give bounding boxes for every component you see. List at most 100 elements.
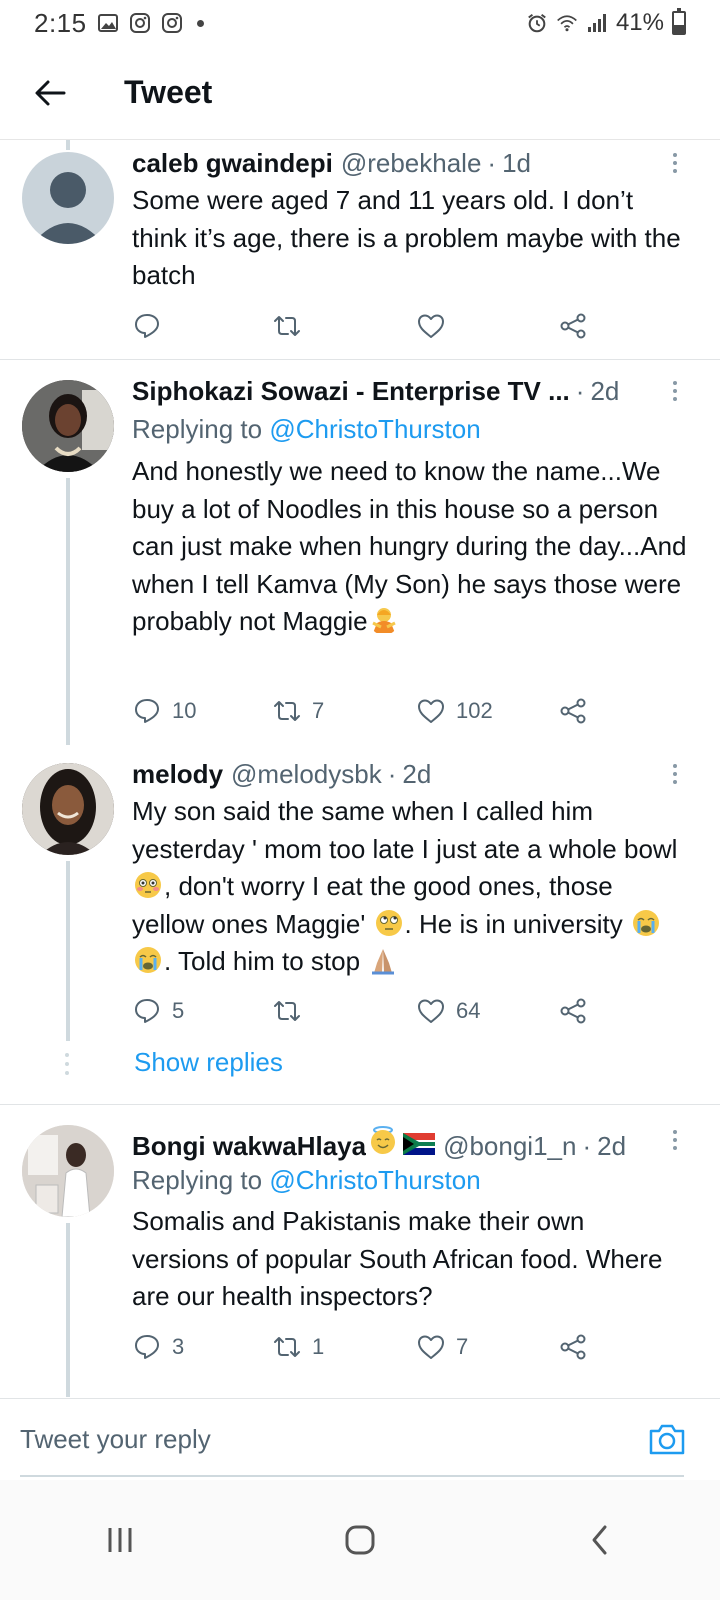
tweet-actions: 5 64 (132, 993, 602, 1029)
tweet-author-name[interactable]: Bongi wakwaHlaya (132, 1131, 366, 1162)
show-replies-link[interactable]: Show replies (134, 1047, 283, 1078)
retweet-button[interactable]: 7 (272, 696, 324, 726)
retweet-button[interactable] (272, 311, 312, 341)
reply-count: 3 (172, 1334, 185, 1359)
replying-to: Replying to @ChristoThurston (132, 1165, 481, 1196)
share-button[interactable] (558, 996, 588, 1026)
tweet-text: And honestly we need to know the name...… (132, 453, 688, 641)
more-options-button[interactable] (660, 376, 690, 406)
more-options-button[interactable] (660, 1125, 690, 1155)
avatar[interactable] (22, 152, 114, 244)
status-left: 2:15 (34, 8, 204, 39)
share-button[interactable] (558, 311, 588, 341)
battery-icon (672, 8, 686, 35)
like-button[interactable]: 7 (416, 1332, 468, 1362)
tweet[interactable]: Siphokazi Sowazi - Enterprise TV ... · 2… (0, 360, 720, 745)
tweet-actions (132, 308, 602, 344)
reply-button[interactable] (132, 311, 172, 341)
like-button[interactable] (416, 311, 456, 341)
camera-icon (649, 1424, 685, 1455)
profile-photo-icon (22, 763, 114, 855)
tweet[interactable]: Bongi wakwaHlaya @bongi1_n · 2d Replying… (0, 1105, 720, 1397)
replying-to: Replying to @ChristoThurston (132, 414, 481, 445)
tweet-time: 2d (402, 759, 432, 789)
separator-dot: · (387, 759, 397, 789)
camera-button[interactable] (648, 1421, 686, 1457)
tweet-author-handle: @melodysbk (231, 759, 382, 789)
reply-composer (0, 1398, 720, 1478)
tweet[interactable]: melody @melodysbk · 2d My son said the s… (0, 745, 720, 1100)
mention-link[interactable]: @ChristoThurston (269, 1165, 480, 1195)
reply-button[interactable]: 3 (132, 1332, 184, 1362)
tweet[interactable]: caleb gwaindepi @rebekhale · 1d Some wer… (0, 140, 720, 360)
more-options-button[interactable] (660, 148, 690, 178)
tweet-text: Somalis and Pakistanis make their own ve… (132, 1206, 663, 1311)
comment-icon (135, 1335, 159, 1359)
back-button[interactable] (0, 46, 100, 140)
battery-percent: 41% (615, 9, 664, 36)
battery-fill (674, 24, 684, 33)
tweet-author-name[interactable]: melody (132, 759, 223, 790)
like-count: 102 (456, 698, 493, 723)
avatar[interactable] (22, 380, 114, 472)
profile-photo-icon (22, 380, 114, 472)
retweet-icon (274, 701, 300, 721)
tweet-text: My son said the same when I called him y… (132, 793, 688, 981)
share-icon (560, 1334, 586, 1360)
tweet-text-part: . He is in university (404, 908, 630, 939)
instagram-icon (129, 12, 151, 34)
comment-icon (135, 314, 159, 338)
retweet-icon (274, 1337, 300, 1357)
tweet-header: Bongi wakwaHlaya @bongi1_n · 2d (132, 1125, 660, 1162)
more-options-button[interactable] (660, 759, 690, 789)
back-nav-button[interactable] (560, 1500, 640, 1580)
flushed-face-emoji-icon (135, 872, 161, 898)
angel-face-emoji-icon (371, 1126, 396, 1154)
signal-icon (586, 12, 608, 34)
share-button[interactable] (558, 696, 588, 726)
tweet-author-handle: @rebekhale (340, 148, 482, 178)
retweet-count: 7 (312, 698, 325, 723)
retweet-button[interactable] (272, 996, 312, 1026)
retweet-button[interactable]: 1 (272, 1332, 324, 1362)
tweet-author-name[interactable]: Siphokazi Sowazi - Enterprise TV ... (132, 376, 570, 407)
avatar[interactable] (22, 763, 114, 855)
replying-to-label: Replying to (132, 1165, 263, 1195)
like-count: 64 (456, 998, 481, 1023)
profile-photo-icon (22, 1125, 114, 1217)
heart-icon (418, 999, 444, 1023)
reply-input[interactable] (20, 1417, 620, 1461)
home-icon (345, 1525, 375, 1555)
reply-count: 5 (172, 998, 185, 1023)
share-button[interactable] (558, 1332, 588, 1362)
reply-button[interactable]: 10 (132, 696, 196, 726)
comment-icon (135, 999, 159, 1023)
folded-hands-emoji-icon (372, 949, 395, 975)
tweet-text: Some were aged 7 and 11 years old. I don… (132, 185, 681, 290)
back-chevron-icon (592, 1525, 607, 1555)
recent-apps-button[interactable] (80, 1500, 160, 1580)
thread-line (66, 1223, 70, 1397)
share-icon (560, 698, 586, 724)
heart-icon (418, 1335, 444, 1359)
avatar[interactable] (22, 1125, 114, 1217)
mention-link[interactable]: @ChristoThurston (269, 414, 480, 444)
south-africa-flag-icon (403, 1133, 436, 1155)
share-icon (560, 313, 586, 339)
arrow-left-icon (35, 80, 66, 105)
like-button[interactable]: 102 (416, 696, 493, 726)
comment-icon (135, 699, 159, 723)
reply-button[interactable]: 5 (132, 996, 184, 1026)
status-bar: 2:15 41% (0, 0, 720, 46)
reply-input-underline (20, 1475, 684, 1477)
recent-apps-icon (108, 1528, 132, 1552)
status-right: 41% (526, 8, 686, 37)
tweet-author-name[interactable]: caleb gwaindepi (132, 148, 333, 179)
home-button[interactable] (320, 1500, 400, 1580)
crying-face-emoji-icon (135, 947, 161, 973)
person-gesturing-emoji-icon (371, 608, 396, 633)
like-button[interactable]: 64 (416, 996, 480, 1026)
tweet-actions: 10 7 102 (132, 693, 602, 729)
tweet-header: caleb gwaindepi @rebekhale · 1d (132, 148, 660, 179)
default-avatar-icon (32, 172, 104, 244)
